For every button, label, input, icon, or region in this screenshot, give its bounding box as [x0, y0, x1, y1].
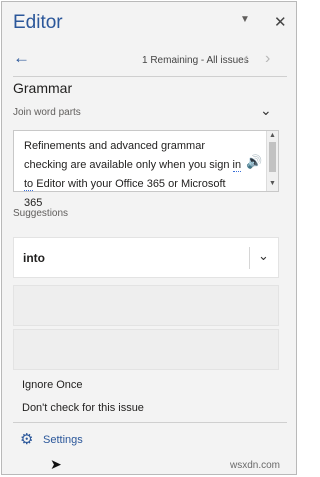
divider	[249, 247, 250, 269]
message-scrollbar[interactable]: ▲ ▼	[266, 131, 278, 191]
issue-status: 1 Remaining - All issues	[142, 55, 249, 66]
divider	[13, 422, 287, 423]
speaker-icon[interactable]: 🔊	[246, 154, 262, 170]
chevron-right-icon[interactable]: ›	[265, 50, 270, 68]
scroll-down-icon[interactable]: ▼	[269, 180, 276, 187]
settings-link[interactable]: Settings	[43, 434, 83, 446]
section-label: Join word parts	[13, 107, 81, 118]
mouse-cursor-icon: ➤	[50, 456, 62, 472]
ignore-once-button[interactable]: Ignore Once	[22, 379, 83, 391]
issue-message-box: Refinements and advanced grammar checkin…	[13, 130, 279, 209]
issue-category: Grammar	[13, 80, 73, 96]
scroll-up-icon[interactable]: ▲	[269, 132, 276, 139]
caret-down-icon[interactable]: ▼	[240, 14, 250, 25]
suggestion-item-placeholder	[13, 329, 279, 370]
gear-icon[interactable]: ⚙	[20, 430, 33, 448]
chevron-down-icon[interactable]: ⌄	[258, 248, 269, 264]
chevron-left-icon[interactable]: ‹	[243, 50, 248, 68]
message-before: Refinements and advanced grammar checkin…	[24, 140, 233, 171]
chevron-down-icon[interactable]: ⌄	[260, 102, 272, 119]
close-icon[interactable]: ✕	[274, 13, 287, 31]
editor-pane: Editor ▼ ✕ ← 1 Remaining - All issues ‹ …	[1, 1, 297, 475]
pane-title: Editor	[13, 12, 63, 33]
suggestion-item[interactable]: into ⌄	[13, 237, 279, 278]
suggestion-text: into	[23, 251, 45, 265]
issue-message: Refinements and advanced grammar checkin…	[24, 137, 244, 213]
watermark: wsxdn.com	[230, 460, 281, 471]
message-after: Editor with your Office 365 or Microsoft…	[24, 178, 226, 209]
dont-check-button[interactable]: Don't check for this issue	[22, 402, 144, 414]
scrollbar-thumb[interactable]	[269, 142, 276, 172]
suggestion-item-placeholder	[13, 285, 279, 326]
arrow-left-icon[interactable]: ←	[13, 48, 30, 68]
divider	[13, 76, 287, 77]
suggestions-label: Suggestions	[13, 208, 69, 219]
